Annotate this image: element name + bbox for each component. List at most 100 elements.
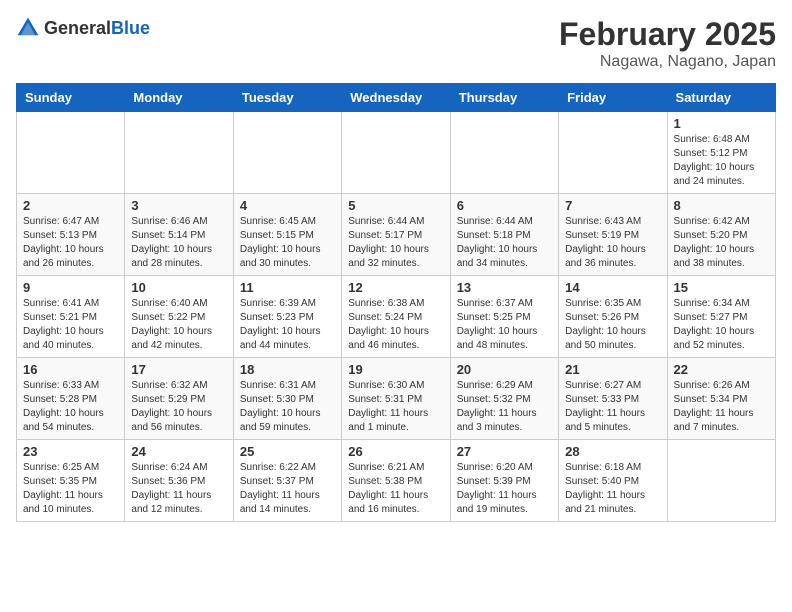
calendar-cell: 21 Sunrise: 6:27 AM Sunset: 5:33 PM Dayli… bbox=[559, 358, 667, 440]
weekday-header-row: SundayMondayTuesdayWednesdayThursdayFrid… bbox=[17, 84, 776, 112]
month-title: February 2025 bbox=[559, 16, 776, 53]
calendar-cell: 7Sunrise: 6:43 AM Sunset: 5:19 PM Daylig… bbox=[559, 194, 667, 276]
day-number: 17 bbox=[131, 362, 226, 377]
weekday-header-monday: Monday bbox=[125, 84, 233, 112]
day-info: Sunrise: 6:31 AM Sunset: 5:30 PM Dayligh… bbox=[240, 379, 335, 435]
day-info: Sunrise: 6:27 AM Sunset: 5:33 PM Dayligh… bbox=[565, 379, 660, 435]
day-number: 20 bbox=[457, 362, 552, 377]
day-info: Sunrise: 6:25 AM Sunset: 5:35 PM Dayligh… bbox=[23, 461, 118, 517]
day-number: 25 bbox=[240, 444, 335, 459]
day-info: Sunrise: 6:43 AM Sunset: 5:19 PM Dayligh… bbox=[565, 215, 660, 271]
day-number: 19 bbox=[348, 362, 443, 377]
day-info: Sunrise: 6:39 AM Sunset: 5:23 PM Dayligh… bbox=[240, 297, 335, 353]
day-info: Sunrise: 6:18 AM Sunset: 5:40 PM Dayligh… bbox=[565, 461, 660, 517]
day-number: 23 bbox=[23, 444, 118, 459]
calendar-cell: 17 Sunrise: 6:32 AM Sunset: 5:29 PM Dayli… bbox=[125, 358, 233, 440]
calendar-table: SundayMondayTuesdayWednesdayThursdayFrid… bbox=[16, 83, 776, 522]
calendar-cell: 2 Sunrise: 6:47 AM Sunset: 5:13 PM Daylig… bbox=[17, 194, 125, 276]
calendar-cell: 4 Sunrise: 6:45 AM Sunset: 5:15 PM Daylig… bbox=[233, 194, 341, 276]
weekday-header-tuesday: Tuesday bbox=[233, 84, 341, 112]
day-number: 22 bbox=[674, 362, 769, 377]
day-number: 4 bbox=[240, 198, 335, 213]
day-number: 16 bbox=[23, 362, 118, 377]
calendar-cell bbox=[559, 112, 667, 194]
calendar-cell: 22 Sunrise: 6:26 AM Sunset: 5:34 PM Dayli… bbox=[667, 358, 775, 440]
day-number: 8 bbox=[674, 198, 769, 213]
logo-blue: Blue bbox=[111, 18, 150, 38]
calendar-cell: 27Sunrise: 6:20 AM Sunset: 5:39 PM Dayli… bbox=[450, 440, 558, 522]
day-info: Sunrise: 6:29 AM Sunset: 5:32 PM Dayligh… bbox=[457, 379, 552, 435]
day-info: Sunrise: 6:45 AM Sunset: 5:15 PM Dayligh… bbox=[240, 215, 335, 271]
calendar-cell: 8 Sunrise: 6:42 AM Sunset: 5:20 PM Daylig… bbox=[667, 194, 775, 276]
weekday-header-saturday: Saturday bbox=[667, 84, 775, 112]
day-number: 13 bbox=[457, 280, 552, 295]
calendar-cell: 28 Sunrise: 6:18 AM Sunset: 5:40 PM Dayli… bbox=[559, 440, 667, 522]
day-info: Sunrise: 6:47 AM Sunset: 5:13 PM Dayligh… bbox=[23, 215, 118, 271]
day-info: Sunrise: 6:44 AM Sunset: 5:17 PM Dayligh… bbox=[348, 215, 443, 271]
day-number: 3 bbox=[131, 198, 226, 213]
day-number: 24 bbox=[131, 444, 226, 459]
day-number: 6 bbox=[457, 198, 552, 213]
calendar-cell bbox=[667, 440, 775, 522]
day-info: Sunrise: 6:26 AM Sunset: 5:34 PM Dayligh… bbox=[674, 379, 769, 435]
calendar-cell: 20 Sunrise: 6:29 AM Sunset: 5:32 PM Dayli… bbox=[450, 358, 558, 440]
weekday-header-wednesday: Wednesday bbox=[342, 84, 450, 112]
calendar-cell: 5Sunrise: 6:44 AM Sunset: 5:17 PM Daylig… bbox=[342, 194, 450, 276]
day-info: Sunrise: 6:48 AM Sunset: 5:12 PM Dayligh… bbox=[674, 133, 769, 189]
calendar-cell bbox=[233, 112, 341, 194]
day-info: Sunrise: 6:37 AM Sunset: 5:25 PM Dayligh… bbox=[457, 297, 552, 353]
calendar-week-row: 23 Sunrise: 6:25 AM Sunset: 5:35 PM Dayli… bbox=[17, 440, 776, 522]
calendar-cell bbox=[125, 112, 233, 194]
calendar-cell: 26 Sunrise: 6:21 AM Sunset: 5:38 PM Dayli… bbox=[342, 440, 450, 522]
day-info: Sunrise: 6:42 AM Sunset: 5:20 PM Dayligh… bbox=[674, 215, 769, 271]
weekday-header-friday: Friday bbox=[559, 84, 667, 112]
logo-general: General bbox=[44, 18, 111, 38]
calendar-week-row: 1 Sunrise: 6:48 AM Sunset: 5:12 PM Daylig… bbox=[17, 112, 776, 194]
day-info: Sunrise: 6:33 AM Sunset: 5:28 PM Dayligh… bbox=[23, 379, 118, 435]
day-info: Sunrise: 6:32 AM Sunset: 5:29 PM Dayligh… bbox=[131, 379, 226, 435]
calendar-week-row: 9 Sunrise: 6:41 AM Sunset: 5:21 PM Daylig… bbox=[17, 276, 776, 358]
calendar-cell: 13 Sunrise: 6:37 AM Sunset: 5:25 PM Dayli… bbox=[450, 276, 558, 358]
calendar-cell: 14Sunrise: 6:35 AM Sunset: 5:26 PM Dayli… bbox=[559, 276, 667, 358]
day-number: 15 bbox=[674, 280, 769, 295]
weekday-header-thursday: Thursday bbox=[450, 84, 558, 112]
calendar-cell: 9 Sunrise: 6:41 AM Sunset: 5:21 PM Daylig… bbox=[17, 276, 125, 358]
calendar-cell: 19Sunrise: 6:30 AM Sunset: 5:31 PM Dayli… bbox=[342, 358, 450, 440]
calendar-cell: 11 Sunrise: 6:39 AM Sunset: 5:23 PM Dayli… bbox=[233, 276, 341, 358]
calendar-cell: 12 Sunrise: 6:38 AM Sunset: 5:24 PM Dayli… bbox=[342, 276, 450, 358]
logo-text: GeneralBlue bbox=[44, 18, 150, 39]
day-info: Sunrise: 6:44 AM Sunset: 5:18 PM Dayligh… bbox=[457, 215, 552, 271]
weekday-header-sunday: Sunday bbox=[17, 84, 125, 112]
page-header: GeneralBlue February 2025 Nagawa, Nagano… bbox=[16, 16, 776, 71]
calendar-cell: 1 Sunrise: 6:48 AM Sunset: 5:12 PM Daylig… bbox=[667, 112, 775, 194]
location-title: Nagawa, Nagano, Japan bbox=[559, 53, 776, 71]
calendar-cell: 18Sunrise: 6:31 AM Sunset: 5:30 PM Dayli… bbox=[233, 358, 341, 440]
day-number: 12 bbox=[348, 280, 443, 295]
logo-icon bbox=[16, 16, 40, 40]
calendar-cell bbox=[17, 112, 125, 194]
day-number: 11 bbox=[240, 280, 335, 295]
day-info: Sunrise: 6:21 AM Sunset: 5:38 PM Dayligh… bbox=[348, 461, 443, 517]
day-info: Sunrise: 6:20 AM Sunset: 5:39 PM Dayligh… bbox=[457, 461, 552, 517]
day-info: Sunrise: 6:24 AM Sunset: 5:36 PM Dayligh… bbox=[131, 461, 226, 517]
day-info: Sunrise: 6:38 AM Sunset: 5:24 PM Dayligh… bbox=[348, 297, 443, 353]
logo: GeneralBlue bbox=[16, 16, 150, 40]
day-number: 1 bbox=[674, 116, 769, 131]
day-number: 28 bbox=[565, 444, 660, 459]
day-number: 21 bbox=[565, 362, 660, 377]
day-info: Sunrise: 6:40 AM Sunset: 5:22 PM Dayligh… bbox=[131, 297, 226, 353]
calendar-cell: 25Sunrise: 6:22 AM Sunset: 5:37 PM Dayli… bbox=[233, 440, 341, 522]
day-info: Sunrise: 6:34 AM Sunset: 5:27 PM Dayligh… bbox=[674, 297, 769, 353]
day-number: 9 bbox=[23, 280, 118, 295]
title-area: February 2025 Nagawa, Nagano, Japan bbox=[559, 16, 776, 71]
day-info: Sunrise: 6:41 AM Sunset: 5:21 PM Dayligh… bbox=[23, 297, 118, 353]
day-number: 26 bbox=[348, 444, 443, 459]
calendar-cell: 3Sunrise: 6:46 AM Sunset: 5:14 PM Daylig… bbox=[125, 194, 233, 276]
day-number: 2 bbox=[23, 198, 118, 213]
calendar-cell bbox=[450, 112, 558, 194]
calendar-cell: 24 Sunrise: 6:24 AM Sunset: 5:36 PM Dayli… bbox=[125, 440, 233, 522]
calendar-cell: 10Sunrise: 6:40 AM Sunset: 5:22 PM Dayli… bbox=[125, 276, 233, 358]
day-info: Sunrise: 6:35 AM Sunset: 5:26 PM Dayligh… bbox=[565, 297, 660, 353]
calendar-cell bbox=[342, 112, 450, 194]
calendar-cell: 16 Sunrise: 6:33 AM Sunset: 5:28 PM Dayli… bbox=[17, 358, 125, 440]
